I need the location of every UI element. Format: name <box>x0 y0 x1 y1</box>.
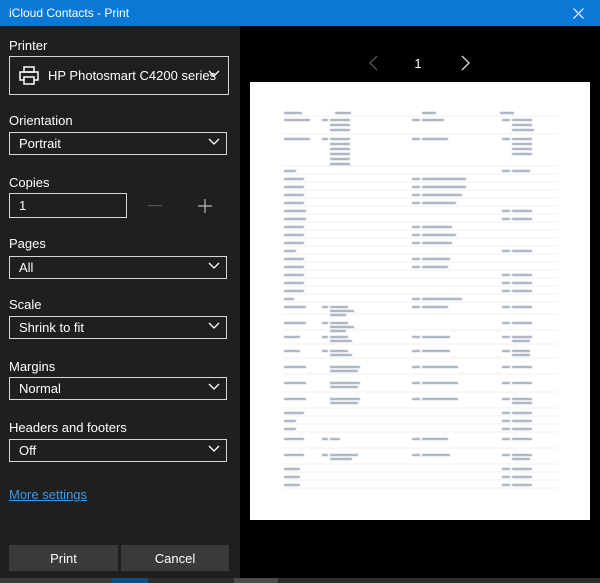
orientation-value: Portrait <box>19 136 61 151</box>
copies-label: Copies <box>9 175 50 190</box>
preview-content-blurred <box>282 112 558 489</box>
scale-select[interactable]: Shrink to fit <box>9 316 227 339</box>
chevron-down-icon <box>208 262 220 269</box>
decrease-copies-button[interactable] <box>147 196 163 216</box>
preview-pane: 1 <box>240 26 600 583</box>
headers-footers-label: Headers and footers <box>9 420 127 435</box>
minus-icon <box>148 205 162 207</box>
chevron-down-icon <box>208 383 220 390</box>
pages-label: Pages <box>9 236 46 251</box>
chevron-down-icon <box>208 322 220 329</box>
page-number: 1 <box>414 56 422 71</box>
pages-select[interactable]: All <box>9 256 227 279</box>
taskbar-item <box>234 578 278 583</box>
taskbar-item <box>112 578 148 583</box>
chevron-right-icon <box>461 55 470 71</box>
chevron-down-icon <box>208 138 220 145</box>
plus-icon <box>198 199 212 213</box>
printer-value: HP Photosmart C4200 series <box>48 68 217 83</box>
copies-input[interactable]: 1 <box>9 193 127 218</box>
page-preview <box>250 82 590 520</box>
scale-value: Shrink to fit <box>19 320 85 335</box>
pages-value: All <box>19 260 34 275</box>
margins-label: Margins <box>9 359 56 374</box>
previous-page-button[interactable] <box>367 55 381 71</box>
more-settings-link[interactable]: More settings <box>9 487 87 502</box>
margins-value: Normal <box>19 381 61 396</box>
next-page-button[interactable] <box>458 55 472 71</box>
margins-select[interactable]: Normal <box>9 377 227 400</box>
chevron-down-icon <box>208 445 220 452</box>
close-icon <box>572 7 584 19</box>
window-title: iCloud Contacts - Print <box>9 6 130 20</box>
chevron-down-icon <box>208 70 220 77</box>
title-bar: iCloud Contacts - Print <box>0 0 600 26</box>
copies-value: 1 <box>19 198 27 213</box>
cancel-button[interactable]: Cancel <box>121 545 229 571</box>
headers-footers-value: Off <box>19 443 37 458</box>
close-button[interactable] <box>556 0 600 26</box>
orientation-label: Orientation <box>9 113 73 128</box>
headers-footers-select[interactable]: Off <box>9 439 227 462</box>
taskbar-item <box>0 578 112 583</box>
printer-select[interactable]: HP Photosmart C4200 series <box>9 56 229 95</box>
printer-label: Printer <box>9 38 48 53</box>
print-button[interactable]: Print <box>9 545 118 571</box>
orientation-select[interactable]: Portrait <box>9 132 227 155</box>
increase-copies-button[interactable] <box>196 196 214 216</box>
settings-panel: Printer HP Photosmart C4200 series Orien… <box>0 26 240 583</box>
printer-icon <box>19 66 39 85</box>
chevron-left-icon <box>369 55 378 71</box>
scale-label: Scale <box>9 297 42 312</box>
